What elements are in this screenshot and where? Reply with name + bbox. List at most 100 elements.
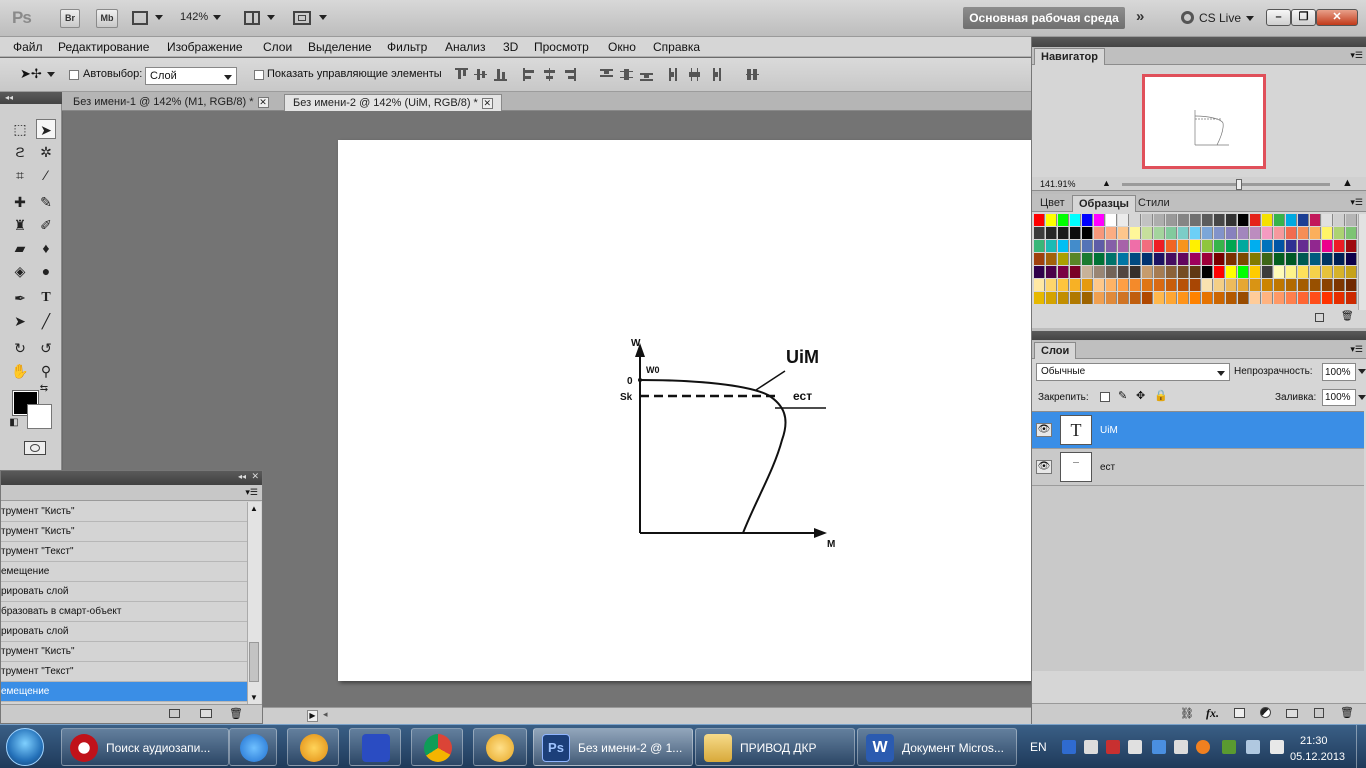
pen-tool-icon[interactable]: ✒ xyxy=(10,288,30,308)
color-swatch[interactable] xyxy=(1274,227,1285,239)
color-swatch[interactable] xyxy=(1214,279,1225,291)
color-swatch[interactable] xyxy=(1118,240,1129,252)
color-swatch[interactable] xyxy=(1154,214,1165,226)
opacity-dropdown-icon[interactable] xyxy=(1358,369,1366,374)
document-canvas[interactable]: W W0 0 Sk UiM ест M xyxy=(338,140,1032,681)
clock-date[interactable]: 05.12.2013 xyxy=(1290,751,1345,763)
adjustment-layer-icon[interactable] xyxy=(1260,707,1271,718)
swatch-grid[interactable] xyxy=(1034,214,1358,310)
color-swatch[interactable] xyxy=(1298,292,1309,304)
color-swatch[interactable] xyxy=(1346,214,1357,226)
color-swatch[interactable] xyxy=(1118,227,1129,239)
line-tool-icon[interactable]: ╱ xyxy=(36,311,56,331)
color-swatch[interactable] xyxy=(1082,253,1093,265)
color-swatch[interactable] xyxy=(1286,253,1297,265)
layers-dock-header[interactable] xyxy=(1032,331,1366,340)
color-swatch[interactable] xyxy=(1202,227,1213,239)
delete-layer-icon[interactable]: 🗑 xyxy=(1340,706,1354,719)
color-swatch[interactable] xyxy=(1322,240,1333,252)
type-tool-icon[interactable]: T xyxy=(36,288,56,308)
navigator-preview[interactable] xyxy=(1142,74,1266,169)
color-swatch[interactable] xyxy=(1034,266,1045,278)
menu-file[interactable]: Файл xyxy=(13,40,43,54)
color-swatch[interactable] xyxy=(1226,214,1237,226)
color-swatch[interactable] xyxy=(1334,253,1345,265)
color-swatch[interactable] xyxy=(1298,279,1309,291)
zoom-tool-icon[interactable]: ⚲ xyxy=(36,361,56,381)
speaker-tray-icon[interactable] xyxy=(1174,740,1188,754)
color-swatch[interactable] xyxy=(1178,292,1189,304)
color-swatch[interactable] xyxy=(1130,253,1141,265)
menu-select[interactable]: Выделение xyxy=(308,40,372,54)
distribute-right-icon[interactable] xyxy=(708,68,721,81)
color-swatch[interactable] xyxy=(1142,266,1153,278)
color-swatch[interactable] xyxy=(1214,240,1225,252)
color-swatch[interactable] xyxy=(1058,279,1069,291)
bridge-button[interactable]: Br xyxy=(60,9,80,28)
color-swatch[interactable] xyxy=(1154,240,1165,252)
color-swatch[interactable] xyxy=(1238,214,1249,226)
align-top-icon[interactable] xyxy=(455,68,468,81)
color-swatch[interactable] xyxy=(1310,227,1321,239)
color-swatch[interactable] xyxy=(1262,214,1273,226)
color-swatch[interactable] xyxy=(1334,266,1345,278)
color-swatch[interactable] xyxy=(1310,253,1321,265)
color-swatch[interactable] xyxy=(1094,253,1105,265)
network-tray-icon[interactable] xyxy=(1106,740,1120,754)
color-swatch[interactable] xyxy=(1046,240,1057,252)
clock-time[interactable]: 21:30 xyxy=(1300,735,1328,747)
app-tray-icon[interactable] xyxy=(1196,740,1210,754)
hand-tool-icon[interactable]: ✋ xyxy=(10,361,30,381)
color-swatch[interactable] xyxy=(1166,240,1177,252)
color-swatch[interactable] xyxy=(1226,266,1237,278)
color-swatch[interactable] xyxy=(1166,266,1177,278)
color-swatch[interactable] xyxy=(1166,279,1177,291)
taskbar-button-save[interactable] xyxy=(349,728,401,766)
align-bottom-icon[interactable] xyxy=(494,68,507,81)
history-brush-tool-icon[interactable]: ✐ xyxy=(36,215,56,235)
color-swatch[interactable] xyxy=(1142,214,1153,226)
color-swatch[interactable] xyxy=(1166,214,1177,226)
history-panel-header[interactable]: ◂◂ ✕ xyxy=(1,471,262,485)
menu-layers[interactable]: Слои xyxy=(263,40,292,54)
history-state[interactable]: емещение xyxy=(1,562,247,582)
color-swatch[interactable] xyxy=(1118,279,1129,291)
history-state-selected[interactable]: емещение xyxy=(1,682,247,702)
navigator-zoom-value[interactable]: 141.91% xyxy=(1040,179,1076,189)
color-swatch[interactable] xyxy=(1094,266,1105,278)
color-swatch[interactable] xyxy=(1130,279,1141,291)
mini-bridge-button[interactable]: Mb xyxy=(96,9,118,28)
color-swatch[interactable] xyxy=(1238,253,1249,265)
color-swatch[interactable] xyxy=(1202,266,1213,278)
history-state[interactable]: трумент "Текст" xyxy=(1,662,247,682)
color-swatch[interactable] xyxy=(1082,214,1093,226)
color-swatch[interactable] xyxy=(1106,266,1117,278)
color-swatch[interactable] xyxy=(1130,214,1141,226)
navigator-zoom-thumb[interactable] xyxy=(1236,179,1242,190)
nvidia-tray-icon[interactable] xyxy=(1222,740,1236,754)
usb-tray-icon[interactable] xyxy=(1084,740,1098,754)
taskbar-button-aimp[interactable] xyxy=(287,728,339,766)
panel-menu-icon[interactable]: ▾☰ xyxy=(1350,197,1363,208)
panel-menu-icon[interactable]: ▾☰ xyxy=(1350,50,1363,61)
color-swatch[interactable] xyxy=(1202,292,1213,304)
color-swatch[interactable] xyxy=(1274,214,1285,226)
color-swatch[interactable] xyxy=(1226,292,1237,304)
color-swatch[interactable] xyxy=(1058,214,1069,226)
color-swatch[interactable] xyxy=(1178,214,1189,226)
blur-tool-icon[interactable]: ◈ xyxy=(10,261,30,281)
input-language-indicator[interactable]: EN xyxy=(1030,740,1047,754)
quick-mask-icon[interactable] xyxy=(24,441,46,455)
color-swatch[interactable] xyxy=(1106,253,1117,265)
color-swatch[interactable] xyxy=(1262,227,1273,239)
scroll-left-arrow-icon[interactable]: ◂ xyxy=(323,709,328,720)
color-swatch[interactable] xyxy=(1214,266,1225,278)
new-document-from-state-icon[interactable] xyxy=(169,709,180,718)
color-swatch[interactable] xyxy=(1130,227,1141,239)
color-swatch[interactable] xyxy=(1058,253,1069,265)
minimize-window-button[interactable]: – xyxy=(1266,9,1291,26)
color-swatch[interactable] xyxy=(1142,292,1153,304)
distribute-vertical-center-icon[interactable] xyxy=(620,68,633,81)
panel-menu-icon[interactable]: ▾☰ xyxy=(1350,344,1363,355)
color-swatch[interactable] xyxy=(1226,240,1237,252)
